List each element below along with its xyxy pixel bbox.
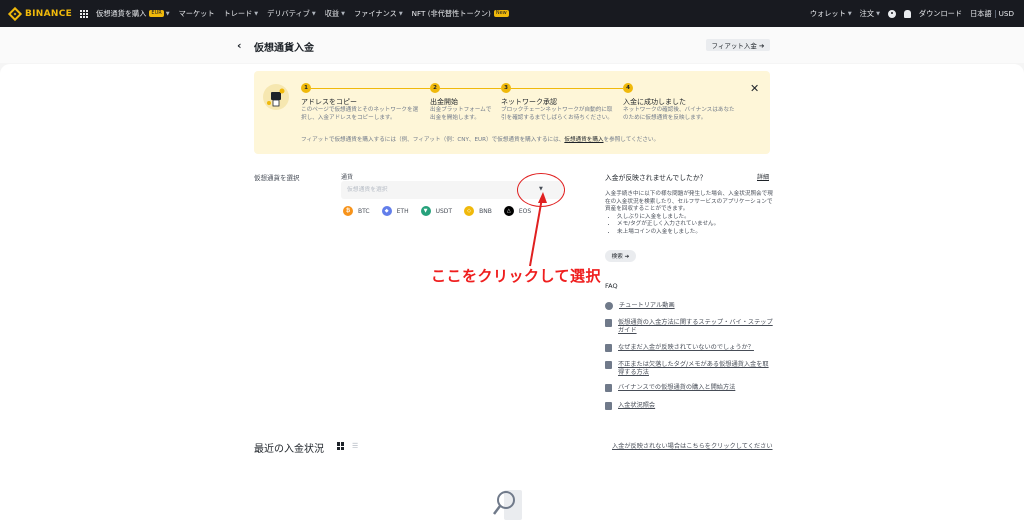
btc-icon: ₿	[343, 206, 353, 216]
deposit-not-received-link[interactable]: 入金が反映されない場合はこちらをクリックしてください	[612, 441, 773, 450]
document-icon	[605, 384, 612, 392]
chevron-down-icon: ▼	[311, 10, 316, 17]
help-detail-link[interactable]: 詳細	[757, 172, 769, 181]
top-nav: BINANCE 仮想通貨を購入 EUR ▼ マーケット トレード ▼ デリバティブ…	[0, 0, 1024, 27]
step-desc: ブロックチェーンネットワークが自動的に取引を確認するまでしばらくお待ちください。	[501, 107, 613, 121]
coin-select-input[interactable]	[341, 181, 521, 199]
document-icon	[605, 402, 612, 410]
step-connector	[511, 88, 623, 89]
nav-derivatives[interactable]: デリバティブ ▼	[267, 9, 316, 19]
step-3: 3	[501, 83, 511, 93]
step-number: 1	[301, 83, 311, 93]
document-icon	[605, 319, 612, 327]
illustration-icon	[263, 84, 289, 110]
annotation-arrow-icon	[529, 192, 547, 267]
nav-currency[interactable]: USD	[999, 9, 1014, 18]
step-1: 1	[301, 83, 311, 93]
step-number: 2	[430, 83, 440, 93]
play-icon	[605, 302, 613, 310]
bnb-icon: ◇	[464, 206, 475, 216]
search-button[interactable]: 検索 ➔	[605, 250, 636, 262]
step-number: 4	[623, 83, 633, 93]
empty-search-icon	[493, 490, 522, 520]
list-view-icon[interactable]: ☰	[352, 442, 358, 450]
nav-trade[interactable]: トレード ▼	[224, 9, 259, 19]
nav-badge: EUR	[149, 10, 164, 17]
quick-coin-bnb[interactable]: ◇ BNB	[464, 206, 492, 216]
step-connector	[311, 88, 430, 89]
nav-nft[interactable]: NFT (非代替性トークン) New	[412, 9, 509, 19]
faq-item[interactable]: 不正または欠落したタグ/メモがある仮想通貨入金を取得する方法	[605, 361, 773, 377]
nav-badge-new: New	[493, 10, 509, 17]
chevron-down-icon: ▼	[165, 10, 170, 17]
help-bullet: 久しぶりに入金をしました。	[617, 214, 773, 222]
nav-markets[interactable]: マーケット	[179, 9, 215, 19]
help-bullet: 未上場コインの入金をしました。	[617, 229, 773, 237]
document-icon	[605, 361, 612, 369]
grid-view-icon[interactable]	[337, 442, 345, 450]
page-header	[0, 27, 1024, 63]
quick-coin-btc[interactable]: ₿ BTC	[343, 206, 370, 216]
nav-earn[interactable]: 収益 ▼	[325, 9, 345, 19]
logo-text: BINANCE	[25, 8, 73, 19]
nav-divider	[994, 9, 996, 18]
chevron-down-icon: ▼	[254, 10, 259, 17]
annotation-text: ここをクリックして選択	[431, 267, 602, 285]
quick-coin-usdt[interactable]: ▼ USDT	[420, 206, 452, 216]
close-icon[interactable]: ✕	[750, 82, 759, 95]
help-title: 入金が反映されませんでしたか？	[605, 174, 707, 182]
nav-wallet[interactable]: ウォレット ▼	[810, 9, 852, 19]
binance-logo[interactable]: BINANCE	[7, 6, 73, 21]
faq-item[interactable]: バイナンスでの仮想通貨の購入と開始方法	[605, 384, 773, 392]
fiat-deposit-button[interactable]: フィアット入金 ➔	[706, 39, 770, 51]
step-number: 3	[501, 83, 511, 93]
chevron-down-icon: ▼	[847, 10, 852, 17]
bell-icon[interactable]	[903, 9, 911, 18]
step-2: 2	[430, 83, 440, 93]
nav-orders[interactable]: 注文 ▼	[860, 9, 880, 19]
faq-item[interactable]: 入金状況照会	[605, 402, 773, 410]
coin-label: 通貨	[341, 174, 354, 181]
user-icon[interactable]	[887, 9, 896, 18]
nav-language[interactable]: 日本語	[970, 9, 992, 19]
chevron-down-icon: ▼	[876, 10, 880, 17]
recent-deposits-title: 最近の入金状況	[254, 444, 324, 455]
quick-coin-list: ₿ BTC ◆ ETH ▼ USDT ◇ BNB △ EOS	[343, 206, 543, 216]
usdt-icon: ▼	[420, 206, 431, 216]
step-desc: ネットワークの確認後、バイナンスはあなたのために仮想通貨を反映します。	[623, 107, 735, 121]
eth-icon: ◆	[381, 206, 392, 216]
chevron-down-icon: ▼	[341, 10, 345, 17]
apps-grid-icon[interactable]	[80, 9, 89, 18]
step-desc: 出金プラットフォームで出金を開始します。	[430, 107, 492, 121]
nav-download[interactable]: ダウンロード	[919, 9, 962, 19]
faq-title: FAQ	[605, 282, 618, 290]
faq-item[interactable]: 仮想通貨の入金方法に関するステップ・バイ・ステップガイド	[605, 319, 773, 335]
back-arrow-icon[interactable]: ‹	[237, 39, 242, 52]
nav-buy-crypto[interactable]: 仮想通貨を購入 EUR ▼	[96, 9, 169, 19]
select-crypto-label: 仮想通貨を選択	[254, 174, 300, 182]
step-connector	[440, 88, 501, 89]
chevron-down-icon: ▼	[398, 10, 403, 17]
faq-item[interactable]: チュートリアル動画	[605, 302, 773, 310]
quick-coin-eth[interactable]: ◆ ETH	[381, 206, 409, 216]
step-desc: このページで仮想通貨とそのネットワークを選択し、入金アドレスをコピーします。	[301, 107, 419, 121]
help-bullet: メモ/タグが正しく入力されていません。	[617, 221, 773, 229]
banner-footnote: フィアットで仮想通貨を購入するには（例、フィアット（例：CNY、EUR）で仮想通…	[301, 137, 660, 143]
binance-logo-icon	[7, 6, 23, 21]
page-title: 仮想通貨入金	[254, 43, 314, 54]
eos-icon: △	[503, 206, 514, 216]
step-4: 4	[623, 83, 633, 93]
help-body: 入金手続き中に以下の様な問題が発生した場合、入金状況照会で現在の入金状況を検索し…	[605, 191, 773, 236]
buy-crypto-link[interactable]: 仮想通貨を購入	[564, 137, 603, 143]
faq-item[interactable]: なぜまだ入金が反映されていないのでしょうか？	[605, 344, 773, 352]
document-icon	[605, 344, 612, 352]
nav-finance[interactable]: ファイナンス ▼	[354, 9, 403, 19]
